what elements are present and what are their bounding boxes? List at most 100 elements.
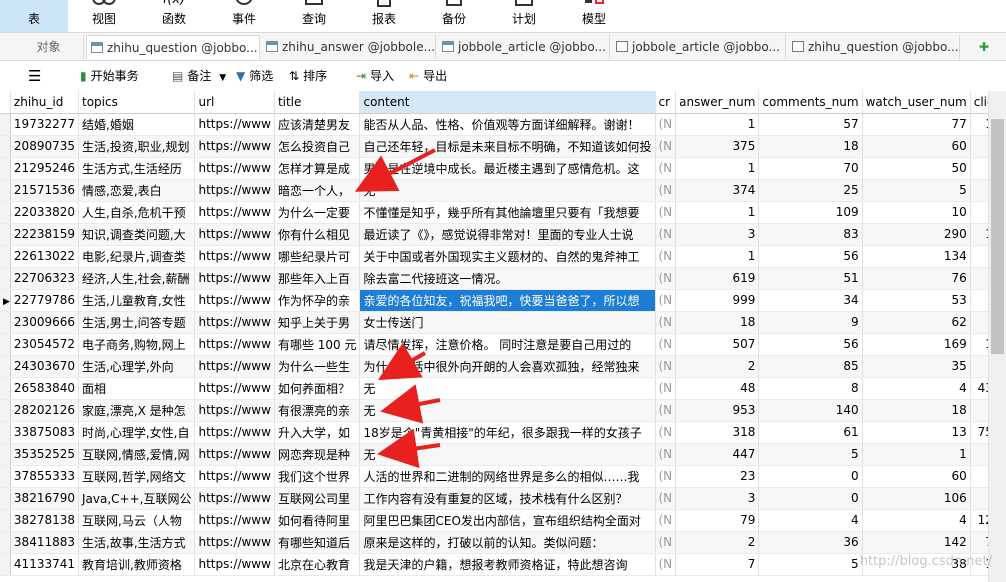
cell-topics[interactable]: 生活,投资,职业,规划 — [78, 135, 196, 158]
table-row[interactable]: 41133741 教育培训,教师资格 https://www 北京在心教育 我是天津的户… — [0, 553, 1006, 576]
cell-answer-num[interactable]: 7 — [675, 553, 760, 576]
cell-content[interactable]: 无 — [359, 443, 656, 466]
cell-content[interactable]: 原来是这样的，打破以前的认知。类似问题： — [359, 531, 656, 554]
cell-zhihu-id[interactable]: 22779786 — [10, 289, 80, 312]
ribbon-function-button[interactable]: f(x) 函数 — [142, 0, 206, 32]
sort-button[interactable]: ⇅ 排序 — [289, 67, 327, 85]
cell-content[interactable]: 请尽情发挥，注意价格。 同时注意是要自己用过的 — [359, 333, 656, 356]
table-row[interactable]: 21295246 生活方式,生活经历 https://www 怎样才算是成 男人是在逆境… — [0, 157, 1006, 180]
cell-answer-num[interactable]: 79 — [675, 509, 760, 532]
cell-title[interactable]: 那些年入上百 — [274, 267, 361, 290]
cell-answer-num[interactable]: 374 — [675, 179, 760, 202]
cell-comments-num[interactable]: 4 — [758, 509, 863, 532]
table-row[interactable]: 33875083 时尚,心理学,女性,自 https://www 升入大学，如 18岁是… — [0, 421, 1006, 444]
row-indicator[interactable] — [0, 355, 11, 378]
column-header-content[interactable]: content — [359, 91, 656, 114]
cell-topics[interactable]: 生活方式,生活经历 — [78, 157, 196, 180]
ribbon-schedule-button[interactable]: 计划 — [492, 0, 556, 32]
cell-watch-user-num[interactable]: 50 — [862, 157, 971, 180]
cell-comments-num[interactable]: 18 — [758, 135, 863, 158]
cell-content[interactable]: 人活的世界和二进制的网络世界是多么的相似……我 — [359, 465, 656, 488]
tab-objects[interactable]: 对象 — [14, 35, 84, 59]
cell-title[interactable]: 暗恋一个人， — [274, 179, 361, 202]
column-header-watch-user-num[interactable]: watch_user_num — [862, 91, 971, 114]
cell-title[interactable]: 为什么一些生 — [274, 355, 361, 378]
tab-jobbole-article-query[interactable]: jobbole_article @jobbo... — [612, 35, 786, 59]
table-row[interactable]: 35352525 互联网,情感,爱情,网 https://www 网恋奔现是种无 (N 4… — [0, 443, 1006, 466]
cell-comments-num[interactable]: 109 — [758, 201, 863, 224]
cell-url[interactable]: https://www — [194, 223, 275, 246]
cell-topics[interactable]: 面相 — [78, 377, 196, 400]
filter-button[interactable]: ▼ 筛选 — [236, 67, 273, 85]
cell-answer-num[interactable]: 48 — [675, 377, 760, 400]
cell-watch-user-num[interactable]: 62 — [862, 311, 971, 334]
cell-watch-user-num[interactable]: 4 — [862, 509, 971, 532]
cell-url[interactable]: https://www — [194, 377, 275, 400]
table-row[interactable]: 22238159 知识,调查类问题,大 https://www 你有什么相见 最近读了《… — [0, 223, 1006, 246]
cell-watch-user-num[interactable]: 53 — [862, 289, 971, 312]
cell-zhihu-id[interactable]: 24303670 — [10, 355, 80, 378]
cell-cr[interactable]: (N — [655, 113, 677, 136]
cell-title[interactable]: 怎样才算是成 — [274, 157, 361, 180]
cell-zhihu-id[interactable]: 23054572 — [10, 333, 80, 356]
cell-content[interactable]: 为什么生活中很外向开朗的人会喜欢孤独，经常独来 — [359, 355, 656, 378]
row-indicator[interactable] — [0, 399, 11, 422]
cell-topics[interactable]: 情感,恋爱,表白 — [78, 179, 196, 202]
cell-comments-num[interactable]: 0 — [758, 465, 863, 488]
cell-comments-num[interactable]: 36 — [758, 531, 863, 554]
cell-zhihu-id[interactable]: 22033820 — [10, 201, 80, 224]
cell-zhihu-id[interactable]: 38411883 — [10, 531, 80, 554]
cell-zhihu-id[interactable]: 38278138 — [10, 509, 80, 532]
cell-content[interactable]: 工作内容有没有重复的区域，技术栈有什么区别？ — [359, 487, 656, 510]
cell-comments-num[interactable]: 25 — [758, 179, 863, 202]
table-row[interactable]: 22706323 经济,人生,社会,薪酬 https://www 那些年入上百 除去富二… — [0, 267, 1006, 290]
cell-content[interactable]: 女士传送门 — [359, 311, 656, 334]
cell-zhihu-id[interactable]: 22238159 — [10, 223, 80, 246]
cell-comments-num[interactable]: 5 — [758, 443, 863, 466]
table-row[interactable]: 38216790 Java,C++,互联网公 https://www 互联网公司里 工作… — [0, 487, 1006, 510]
cell-content[interactable]: 能否从人品、性格、价值观等方面详细解释。谢谢！ — [359, 113, 656, 136]
cell-answer-num[interactable]: 999 — [675, 289, 760, 312]
cell-content[interactable]: 关于中国或者外国现实主义题材的、自然的鬼斧神工 — [359, 245, 656, 268]
cell-topics[interactable]: 教育培训,教师资格 — [78, 553, 196, 576]
new-tab-button[interactable]: ✚ — [964, 35, 1000, 59]
cell-watch-user-num[interactable]: 290 — [862, 223, 971, 246]
cell-topics[interactable]: 生活,心理学,外向 — [78, 355, 196, 378]
cell-content[interactable]: 无 — [359, 399, 656, 422]
cell-url[interactable]: https://www — [194, 289, 275, 312]
cell-zhihu-id[interactable]: 23009666 — [10, 311, 80, 334]
row-indicator[interactable] — [0, 487, 11, 510]
cell-cr[interactable]: (N — [655, 531, 677, 554]
cell-title[interactable]: 哪些纪录片可 — [274, 245, 361, 268]
cell-comments-num[interactable]: 83 — [758, 223, 863, 246]
cell-answer-num[interactable]: 953 — [675, 399, 760, 422]
cell-content[interactable]: 除去富二代接班这一情况。 — [359, 267, 656, 290]
cell-cr[interactable]: (N — [655, 509, 677, 532]
cell-comments-num[interactable]: 57 — [758, 113, 863, 136]
cell-content[interactable]: 18岁是个"青黄相接"的年纪，很多跟我一样的女孩子 — [359, 421, 656, 444]
table-row[interactable]: 24303670 生活,心理学,外向 https://www 为什么一些生 为什么生活中… — [0, 355, 1006, 378]
cell-topics[interactable]: 互联网,情感,爱情,网 — [78, 443, 196, 466]
cell-title[interactable]: 有哪些知道后 — [274, 531, 361, 554]
cell-comments-num[interactable]: 0 — [758, 487, 863, 510]
cell-url[interactable]: https://www — [194, 157, 275, 180]
cell-url[interactable]: https://www — [194, 245, 275, 268]
cell-watch-user-num[interactable]: 1 — [862, 443, 971, 466]
cell-cr[interactable]: (N — [655, 157, 677, 180]
ribbon-event-button[interactable]: 事件 — [212, 0, 276, 32]
cell-comments-num[interactable]: 51 — [758, 267, 863, 290]
cell-title[interactable]: 升入大学，如 — [274, 421, 361, 444]
cell-zhihu-id[interactable]: 26583840 — [10, 377, 80, 400]
cell-zhihu-id[interactable]: 37855333 — [10, 465, 80, 488]
cell-answer-num[interactable]: 3 — [675, 487, 760, 510]
cell-topics[interactable]: 知识,调查类问题,大 — [78, 223, 196, 246]
cell-topics[interactable]: 结婚,婚姻 — [78, 113, 196, 136]
ribbon-query-button[interactable]: 查询 — [282, 0, 346, 32]
cell-title[interactable]: 北京在心教育 — [274, 553, 361, 576]
cell-zhihu-id[interactable]: 33875083 — [10, 421, 80, 444]
row-indicator[interactable] — [0, 421, 11, 444]
cell-url[interactable]: https://www — [194, 355, 275, 378]
cell-url[interactable]: https://www — [194, 267, 275, 290]
cell-comments-num[interactable]: 56 — [758, 333, 863, 356]
cell-comments-num[interactable]: 61 — [758, 421, 863, 444]
